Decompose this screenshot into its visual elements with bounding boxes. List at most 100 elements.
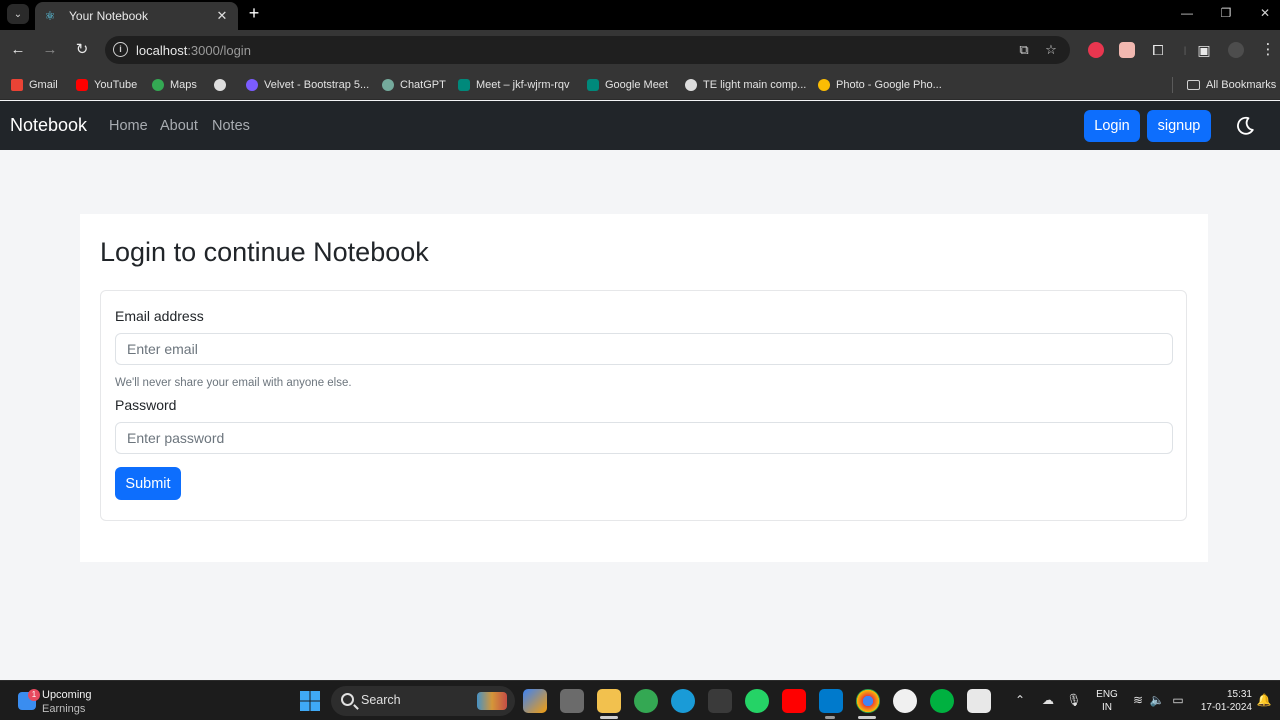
nav-link-notes[interactable]: Notes — [212, 118, 250, 134]
bookmark-youtube[interactable]: YouTube — [76, 77, 137, 93]
email-field[interactable] — [115, 333, 1173, 365]
mongodb-icon[interactable] — [930, 689, 954, 713]
widgets-button[interactable]: 1 Upcoming Earnings — [18, 686, 118, 716]
profile-avatar[interactable] — [1228, 42, 1244, 58]
login-container: Login to continue Notebook Email address… — [80, 214, 1208, 562]
chevron-down-icon: ⌄ — [13, 8, 23, 20]
extension-icon[interactable] — [1119, 42, 1135, 58]
site-info-icon[interactable]: i — [113, 42, 128, 57]
bookmark-label: Photo - Google Pho... — [836, 79, 942, 91]
page-title: Login to continue Notebook — [100, 237, 429, 267]
maximize-button[interactable]: ❐ — [1216, 6, 1236, 20]
bookmark-maps[interactable]: Maps — [152, 77, 197, 93]
moon-icon[interactable] — [1233, 114, 1257, 138]
github-icon[interactable] — [893, 689, 917, 713]
bookmark-te-light[interactable]: TE light main comp... — [685, 77, 806, 93]
submit-button[interactable]: Submit — [115, 467, 181, 500]
snipping-tool-icon[interactable] — [967, 689, 991, 713]
wifi-icon[interactable]: ≋ — [1130, 693, 1146, 707]
microphone-icon[interactable]: 🎙 — [1066, 693, 1082, 707]
nav-link-about[interactable]: About — [160, 118, 198, 134]
extensions-puzzle-icon[interactable]: ⧠ — [1148, 40, 1168, 60]
active-app-indicator — [600, 716, 618, 719]
taskbar-search[interactable]: Search — [331, 686, 515, 716]
app-icon[interactable] — [634, 689, 658, 713]
browser-tab-active[interactable]: ⚛ Your Notebook ✕ — [35, 2, 238, 30]
bookmark-globe[interactable] — [214, 77, 232, 93]
bookmark-chatgpt[interactable]: ChatGPT — [382, 77, 446, 93]
bookmark-gmail[interactable]: Gmail — [11, 77, 58, 93]
chrome-icon[interactable] — [856, 689, 880, 713]
extension-icon[interactable] — [1088, 42, 1104, 58]
window-close-button[interactable]: ✕ — [1255, 6, 1275, 20]
edge-icon[interactable] — [671, 689, 695, 713]
bookmark-label: Meet – jkf-wjrm-rqv — [476, 79, 570, 91]
globe-icon — [214, 79, 226, 91]
language-code: ENG — [1096, 689, 1118, 700]
bookmark-google-photos[interactable]: Photo - Google Pho... — [818, 77, 942, 93]
url-text[interactable]: localhost:3000/login — [136, 43, 251, 58]
volume-icon[interactable]: 🔈 — [1149, 693, 1165, 707]
password-field[interactable] — [115, 422, 1173, 454]
velvet-icon — [246, 79, 258, 91]
gmail-icon — [11, 79, 23, 91]
globe-icon — [685, 79, 697, 91]
login-form-card: Email address We'll never share your ema… — [100, 290, 1187, 521]
youtube-icon[interactable] — [782, 689, 806, 713]
language-indicator[interactable]: ENG IN — [1096, 688, 1118, 714]
login-button[interactable]: Login — [1084, 110, 1140, 142]
youtube-icon — [76, 79, 88, 91]
browser-tab-strip: ⌄ ⚛ Your Notebook ✕ + — ❐ ✕ — [0, 0, 1280, 30]
system-clock[interactable]: 15:31 17-01-2024 — [1196, 688, 1252, 714]
widget-subtitle: Earnings — [42, 703, 86, 715]
copilot-icon[interactable] — [523, 689, 547, 713]
search-highlight-icon — [477, 692, 507, 710]
bookmark-label: YouTube — [94, 79, 138, 91]
toolbar-divider: | — [1183, 45, 1187, 55]
react-icon: ⚛ — [44, 9, 56, 23]
close-icon[interactable]: ✕ — [214, 8, 230, 24]
tab-search-button[interactable]: ⌄ — [7, 4, 29, 24]
clock-date: 17-01-2024 — [1200, 702, 1252, 713]
bookmark-meet[interactable]: Meet – jkf-wjrm-rqv — [458, 77, 570, 93]
new-tab-button[interactable]: + — [244, 3, 264, 23]
back-arrow-icon[interactable]: ← — [8, 40, 28, 60]
tab-title: Your Notebook — [69, 9, 148, 23]
task-view-icon[interactable] — [560, 689, 584, 713]
url-path: :3000/login — [187, 43, 251, 58]
reload-icon[interactable]: ↻ — [72, 40, 92, 60]
vscode-icon[interactable] — [819, 689, 843, 713]
bookmark-label: Gmail — [29, 79, 58, 91]
chatgpt-icon — [382, 79, 394, 91]
onedrive-icon[interactable]: ☁ — [1040, 693, 1056, 707]
meet-icon — [458, 79, 470, 91]
battery-icon[interactable]: ▭ — [1170, 693, 1186, 707]
notification-bell-icon[interactable]: 🔔 — [1256, 693, 1272, 707]
address-bar[interactable]: i localhost:3000/login ⧉ ☆ — [105, 36, 1070, 64]
active-app-indicator — [858, 716, 876, 719]
minimize-button[interactable]: — — [1177, 6, 1197, 20]
side-panel-icon[interactable]: ▣ — [1194, 40, 1214, 60]
bookmark-google-meet[interactable]: Google Meet — [587, 77, 668, 93]
nav-link-home[interactable]: Home — [109, 118, 148, 134]
bookmark-velvet[interactable]: Velvet - Bootstrap 5... — [246, 77, 369, 93]
signup-button[interactable]: signup — [1147, 110, 1211, 142]
photos-icon — [818, 79, 830, 91]
windows-start-icon[interactable] — [298, 689, 322, 713]
app-navbar: Notebook Home About Notes Login signup — [0, 101, 1280, 150]
bookmark-star-icon[interactable]: ☆ — [1042, 41, 1060, 59]
windows-taskbar: 1 Upcoming Earnings Search ⌃ ☁ 🎙 ENG IN … — [0, 680, 1280, 720]
navbar-brand[interactable]: Notebook — [10, 115, 87, 136]
chevron-up-icon[interactable]: ⌃ — [1012, 693, 1028, 707]
search-icon — [341, 693, 354, 706]
bookmarks-divider — [1172, 77, 1173, 93]
whatsapp-icon[interactable] — [745, 689, 769, 713]
bookmark-label: Velvet - Bootstrap 5... — [264, 79, 370, 91]
file-explorer-icon[interactable] — [597, 689, 621, 713]
forward-arrow-icon[interactable]: → — [40, 40, 60, 60]
terminal-icon[interactable] — [708, 689, 732, 713]
more-menu-icon[interactable]: ⋮ — [1258, 40, 1278, 60]
meet-icon — [587, 79, 599, 91]
all-bookmarks-folder[interactable]: All Bookmarks — [1187, 77, 1276, 93]
open-in-app-icon[interactable]: ⧉ — [1015, 41, 1033, 59]
